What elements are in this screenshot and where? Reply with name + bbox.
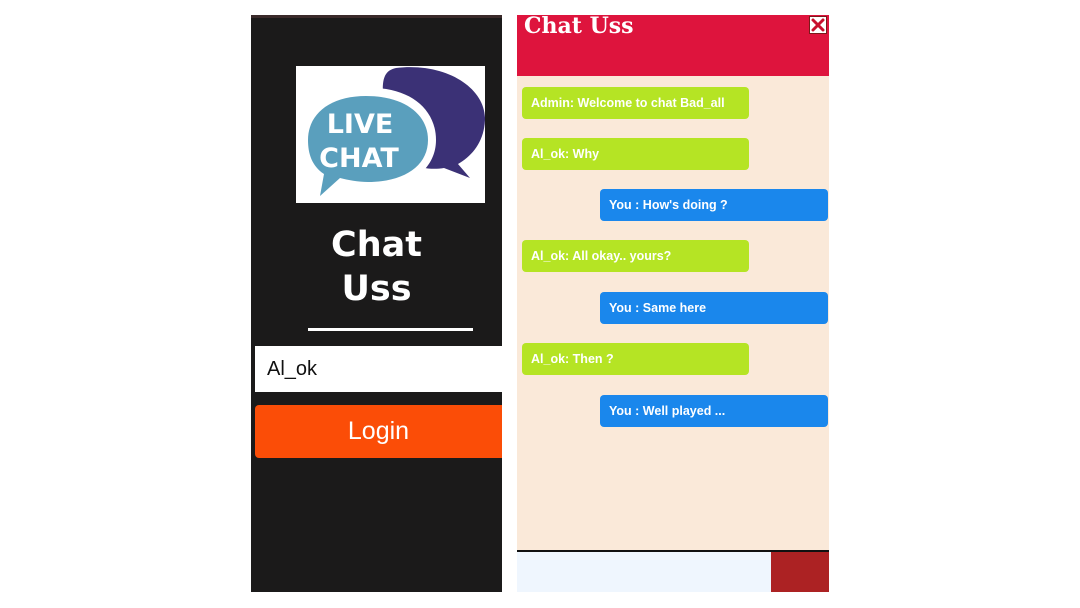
chat-title: Chat Uss <box>524 15 634 39</box>
message-bubble-incoming: Al_ok: Why <box>522 138 749 170</box>
message-bubble-incoming: Admin: Welcome to chat Bad_all <box>522 87 749 119</box>
app-name-line-2: Uss <box>341 269 412 309</box>
logo-text-live: LIVE <box>327 109 394 140</box>
chat-header: Chat Uss <box>517 15 829 76</box>
message-list: Admin: Welcome to chat Bad_all Al_ok: Wh… <box>517 76 829 550</box>
message-bubble-incoming: Al_ok: Then ? <box>522 343 749 375</box>
message-bubble-outgoing: You : Well played ... <box>600 395 828 427</box>
chat-bubbles-icon: LIVE CHAT <box>300 67 485 203</box>
app-name-line-1: Chat <box>331 225 422 265</box>
live-chat-logo: LIVE CHAT <box>296 66 485 203</box>
close-icon <box>810 17 826 33</box>
username-input[interactable] <box>255 346 502 392</box>
chat-screen: Chat Uss Admin: Welcome to chat Bad_all … <box>517 15 829 592</box>
message-bubble-outgoing: You : How's doing ? <box>600 189 828 221</box>
login-button[interactable]: Login <box>255 405 502 458</box>
screenshot-canvas: LIVE CHAT Chat Uss Login Chat Uss Admin:… <box>0 0 1080 608</box>
message-bubble-outgoing: You : Same here <box>600 292 828 324</box>
send-button[interactable] <box>771 552 829 592</box>
login-screen: LIVE CHAT Chat Uss Login <box>251 15 502 592</box>
heading-underline <box>308 328 473 331</box>
close-button[interactable] <box>809 16 827 34</box>
status-bar-line <box>251 15 502 18</box>
message-bubble-incoming: Al_ok: All okay.. yours? <box>522 240 749 272</box>
app-name-heading: Chat Uss <box>251 223 502 311</box>
message-input[interactable] <box>517 552 771 592</box>
logo-text-chat: CHAT <box>319 143 399 174</box>
